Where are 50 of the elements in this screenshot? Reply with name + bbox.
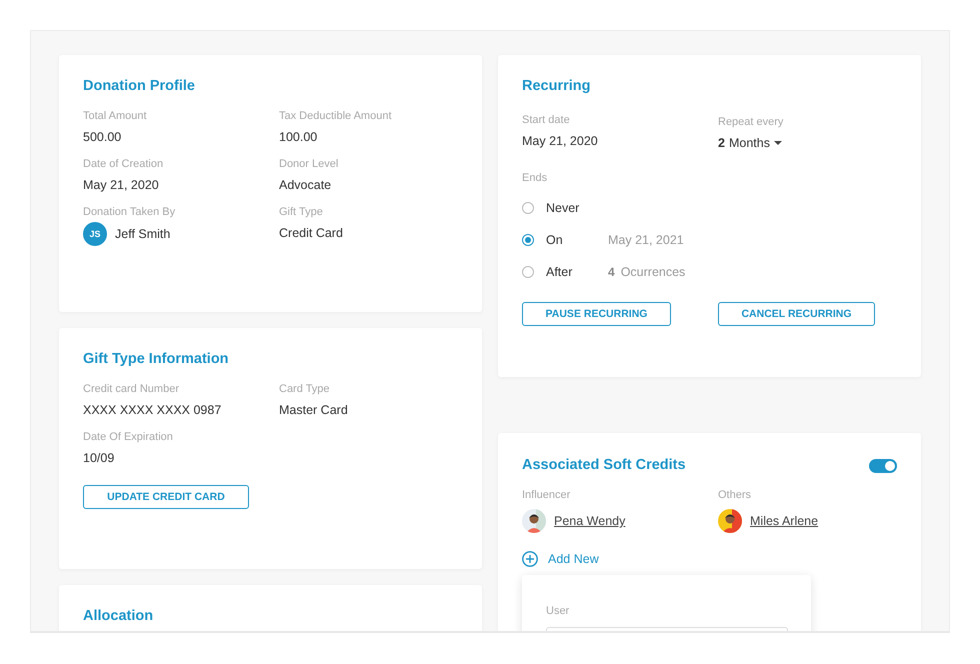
field-label: Donation Taken By [83, 206, 176, 218]
radio-button[interactable] [522, 266, 534, 278]
field-value: XXXX XXXX XXXX 0987 [83, 403, 222, 417]
card-title: Donation Profile [83, 78, 195, 94]
field-value: 10/09 [83, 451, 114, 465]
avatar: JS [83, 222, 107, 246]
update-card-button[interactable]: UPDATE CREDIT CARD [83, 485, 249, 509]
field-label: Date Of Expiration [83, 431, 173, 443]
end-date: May 21, 2021 [608, 233, 684, 247]
field-value: Advocate [279, 178, 332, 192]
person-link[interactable]: Miles Arlene [750, 514, 818, 528]
caret-icon [774, 140, 782, 146]
radio-button[interactable] [522, 234, 534, 246]
cancel-button[interactable]: CANCEL RECURRING [718, 302, 875, 326]
add-new-link[interactable]: Add New [548, 552, 599, 566]
field-value: 500.00 [83, 130, 122, 144]
person-link[interactable]: Pena Wendy [554, 514, 626, 528]
option-label: On [546, 233, 564, 247]
occurrence-count: 4 [608, 265, 615, 279]
field-value: May 21, 2020 [522, 134, 598, 148]
option-label: After [546, 265, 574, 279]
card-title: Associated Soft Credits [522, 457, 686, 473]
field-value: May 21, 2020 [83, 178, 159, 192]
field-label: Total Amount [83, 110, 147, 122]
field-value: 100.00 [279, 130, 318, 144]
toggle-switch[interactable] [869, 459, 897, 473]
field-label: Others [718, 489, 752, 501]
field-label: Ends [522, 172, 548, 184]
field-label: Influencer [522, 489, 570, 501]
field-label: Donor Level [279, 158, 338, 170]
field-value: Jeff Smith [115, 227, 170, 241]
field-label: Start date [522, 114, 570, 126]
field-label: Repeat every [718, 116, 784, 128]
field-label: Tax Deductible Amount [279, 110, 392, 122]
add-icon[interactable] [522, 551, 538, 567]
occurrence-unit: Ocurrences [620, 265, 686, 279]
field-label: User [546, 605, 570, 617]
card-title: Recurring [522, 78, 590, 94]
field-label: Gift Type [279, 206, 323, 218]
radio-button[interactable] [522, 202, 534, 214]
field-label: Card Type [279, 383, 330, 395]
field-label: Date of Creation [83, 158, 164, 170]
card-title: Allocation [83, 608, 154, 624]
pause-button[interactable]: PAUSE RECURRING [522, 302, 671, 326]
repeat-dropdown[interactable]: 2 Months [718, 136, 782, 150]
card-title: Gift Type Information [83, 351, 229, 367]
field-value: Credit Card [279, 226, 343, 240]
option-label: Never [546, 201, 580, 215]
field-value: Master Card [279, 403, 348, 417]
field-label: Credit card Number [83, 383, 179, 395]
